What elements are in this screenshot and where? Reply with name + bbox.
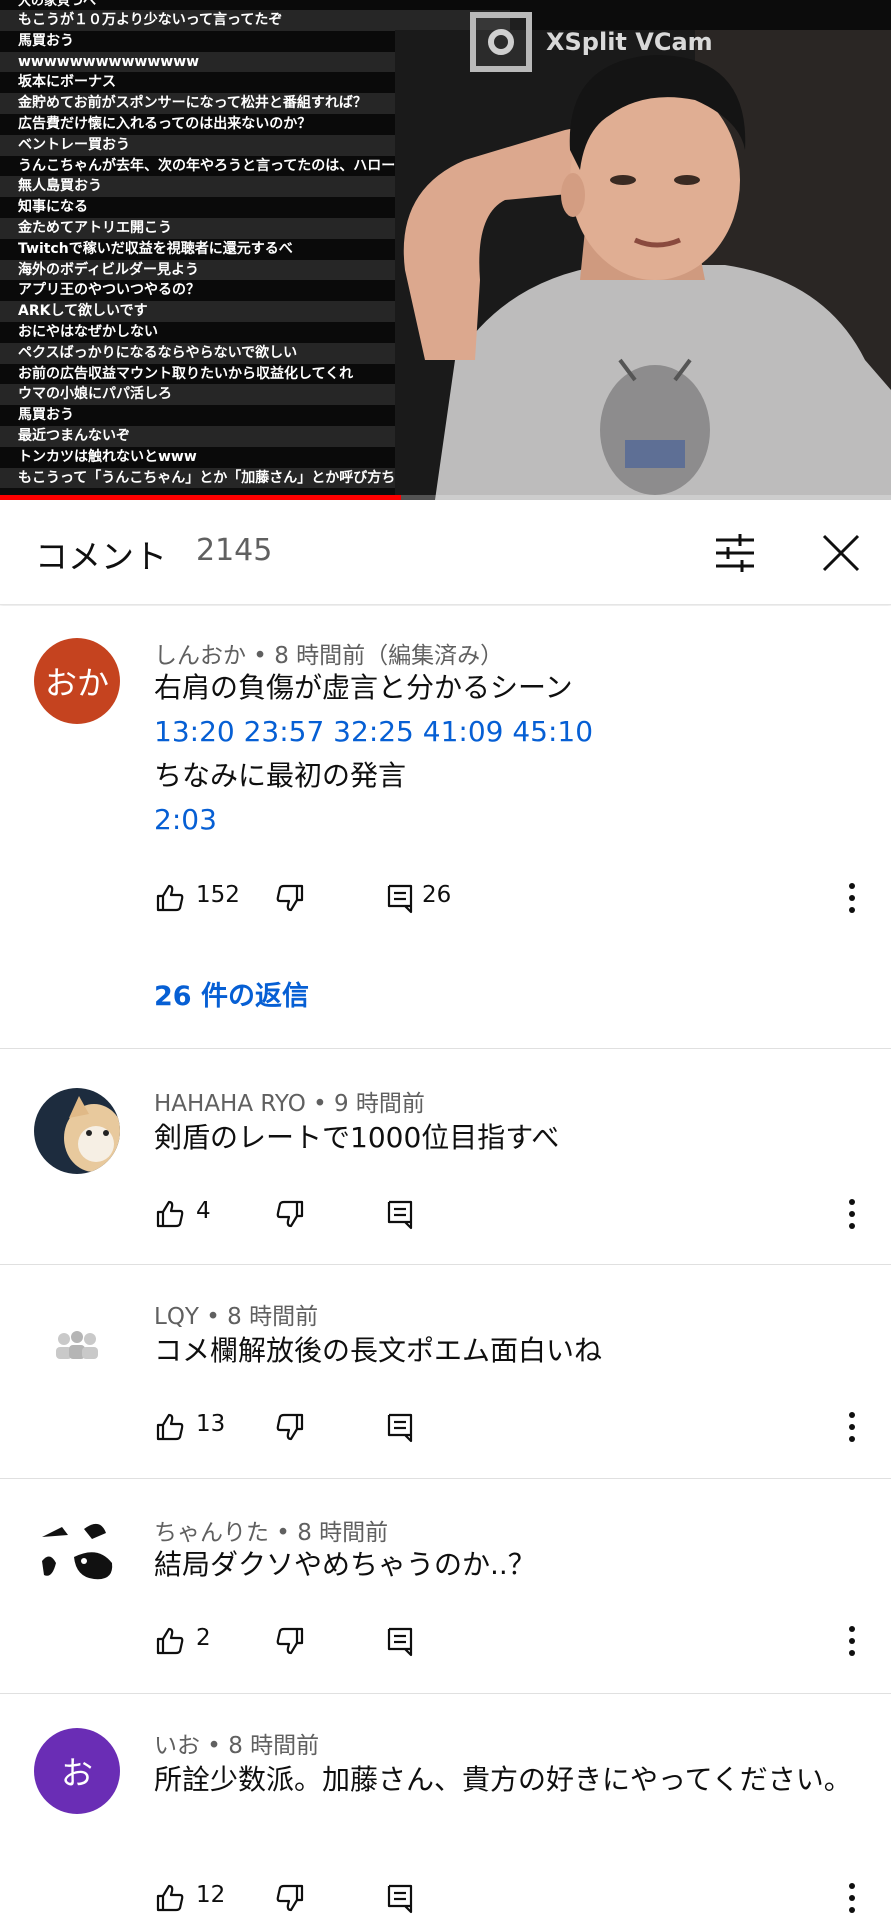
comment-actions: 4 [154, 1194, 854, 1234]
chat-line: もこうが１０万より少ないって言ってたぞ [0, 10, 510, 31]
comment-item: おか しんおか • 8 時間前（編集済み） 右肩の負傷が虚言と分かるシーン 13… [0, 606, 891, 1049]
comment-line: 右肩の負傷が虚言と分かるシーン [154, 671, 573, 704]
avatar[interactable] [34, 1513, 120, 1599]
thumbs-down-icon[interactable] [274, 882, 306, 914]
xsplit-vcam-watermark: XSplit VCam [470, 12, 713, 72]
comment-timestamps-link[interactable]: 13:20 23:57 32:25 41:09 45:10 [154, 710, 854, 754]
sort-filter-icon[interactable] [712, 530, 758, 576]
comment-text: コメ欄解放後の長文ポエム面白いね [154, 1334, 603, 1367]
comment-line: ちなみに最初の発言 [154, 759, 407, 792]
comments-title: コメント [35, 537, 167, 576]
thumbs-down-icon[interactable] [274, 1625, 306, 1657]
video-player[interactable]: 大の家貝つへ もこうが１０万より少ないって言ってたぞ 馬買おう wwwwwwww… [0, 0, 891, 500]
avatar[interactable]: お [34, 1728, 120, 1814]
comment-author-meta: LQY • 8 時間前 [154, 1304, 319, 1330]
avatar-initials: お [60, 1754, 93, 1792]
thumbs-up-icon[interactable] [154, 1198, 186, 1230]
comments-header: コメント 2145 [0, 500, 891, 605]
more-options-icon[interactable] [838, 1194, 866, 1234]
streamer-webcam-image [395, 30, 891, 500]
view-replies-link[interactable]: 26 件の返信 [154, 974, 309, 1013]
reply-comment-icon[interactable] [384, 1882, 416, 1914]
comment-text: 所詮少数派。加藤さん、貴方の好きにやってください。 [154, 1763, 852, 1796]
vcam-brand-text: XSplit VCam [546, 28, 713, 56]
more-options-icon[interactable] [838, 1407, 866, 1447]
comment-actions: 12 [154, 1878, 854, 1918]
comment-timestamp-link[interactable]: 2:03 [154, 798, 854, 842]
comment-text: 結局ダクソやめちゃうのか..？ [154, 1548, 536, 1581]
comments-count: 2145 [196, 533, 273, 568]
thumbs-up-icon[interactable] [154, 1411, 186, 1443]
comment-item: お いお • 8 時間前 所詮少数派。加藤さん、貴方の好きにやってください。 1… [0, 1694, 891, 1920]
thumbs-down-icon[interactable] [274, 1411, 306, 1443]
reply-comment-icon[interactable] [384, 1198, 416, 1230]
comment-item: ちゃんりた • 8 時間前 結局ダクソやめちゃうのか..？ 2 [0, 1479, 891, 1694]
comment-actions: 152 26 [154, 878, 854, 918]
like-count: 4 [196, 1198, 211, 1224]
chat-line: 大の家貝つへ [0, 0, 510, 10]
comment-actions: 13 [154, 1407, 854, 1447]
reply-comment-icon[interactable] [384, 1411, 416, 1443]
comment-author-meta: しんおか • 8 時間前（編集済み） [154, 643, 504, 669]
vcam-logo-icon [470, 12, 532, 72]
reply-comment-icon[interactable] [384, 1625, 416, 1657]
thumbs-down-icon[interactable] [274, 1198, 306, 1230]
comment-author-meta: HAHAHA RYO • 9 時間前 [154, 1091, 425, 1117]
avatar[interactable]: おか [34, 638, 120, 724]
thumbs-up-icon[interactable] [154, 1625, 186, 1657]
comment-author-meta: ちゃんりた • 8 時間前 [154, 1520, 389, 1546]
thumbs-up-icon[interactable] [154, 882, 186, 914]
avatar[interactable] [34, 1088, 120, 1174]
like-count: 12 [196, 1882, 226, 1908]
reply-count: 26 [422, 882, 452, 908]
more-options-icon[interactable] [838, 878, 866, 918]
close-icon[interactable] [818, 530, 864, 576]
more-options-icon[interactable] [838, 1878, 866, 1918]
avatar[interactable] [34, 1301, 120, 1387]
like-count: 2 [196, 1625, 211, 1651]
comment-actions: 2 [154, 1621, 854, 1661]
thumbs-up-icon[interactable] [154, 1882, 186, 1914]
more-options-icon[interactable] [838, 1621, 866, 1661]
like-count: 152 [196, 882, 240, 908]
comment-author-meta: いお • 8 時間前 [154, 1733, 320, 1759]
reply-comment-icon[interactable] [384, 882, 416, 914]
like-count: 13 [196, 1411, 226, 1437]
comment-text: 剣盾のレートで1000位目指すべ [154, 1121, 560, 1154]
thumbs-down-icon[interactable] [274, 1882, 306, 1914]
comment-item: LQY • 8 時間前 コメ欄解放後の長文ポエム面白いね 13 [0, 1265, 891, 1479]
comment-item: HAHAHA RYO • 9 時間前 剣盾のレートで1000位目指すべ 4 [0, 1050, 891, 1265]
avatar-initials: おか [44, 664, 109, 702]
